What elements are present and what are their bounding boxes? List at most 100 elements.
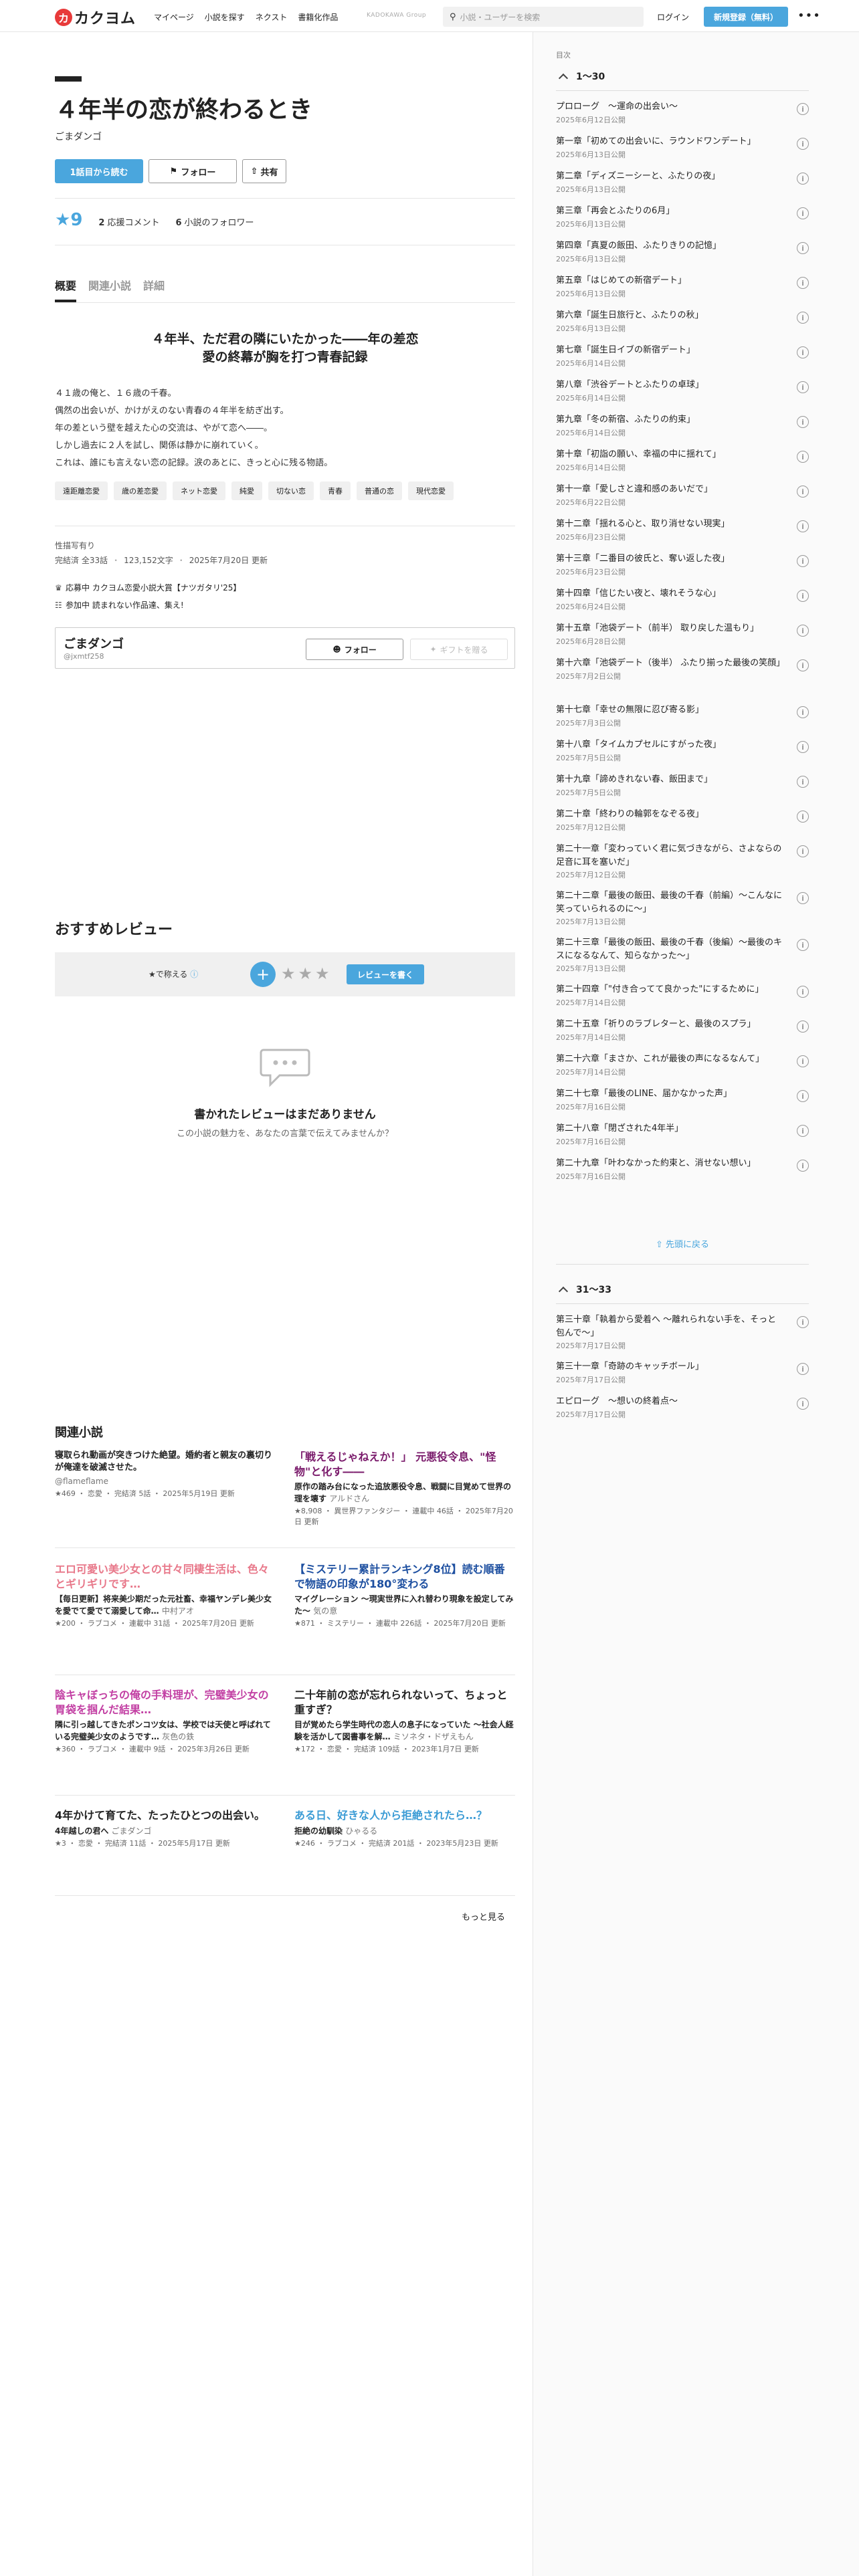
info-icon[interactable]: i [797,1316,809,1328]
episode-title[interactable]: 第十一章「愛しさと違和感のあいだで」 [556,483,809,496]
episode-item[interactable]: 第二十八章「閉ざされた4年半」 2025年7月16日公開 i [556,1122,809,1147]
episode-title[interactable]: 第三十章「執着から愛着へ ～離れられない手を、そっと包んで～」 [556,1313,809,1339]
help-icon[interactable]: ⓘ [190,970,198,979]
episode-title[interactable]: 第十三章「二番目の彼氏と、奪い返した夜」 [556,552,809,566]
author-name[interactable]: ごまダンゴ [64,635,124,652]
info-icon[interactable]: i [797,706,809,718]
tab-related[interactable]: 関連小説 [88,277,131,302]
tag[interactable]: ネット恋愛 [173,481,225,500]
episode-title[interactable]: 第四章「真夏の飯田、ふたりきりの記憶」 [556,239,809,253]
write-review-button[interactable]: レビューを書く [347,964,424,984]
info-icon[interactable]: i [797,776,809,788]
nav-next[interactable]: ネクスト [256,11,288,23]
related-item[interactable]: 4年かけて育てた、たったひとつの出会い。 4年越しの君へ ごまダンゴ ★3 ・ … [55,1808,276,1849]
work-title[interactable]: ４年半の恋が終わるとき [55,91,312,125]
toc-group-1-30[interactable]: 1〜30 [556,62,809,91]
info-icon[interactable]: i [797,381,809,393]
episode-title[interactable]: 第七章「誕生日イブの新宿デート」 [556,344,809,357]
more-menu-icon[interactable]: ••• [797,9,821,23]
info-icon[interactable]: i [797,486,809,498]
episode-title[interactable]: 第二十五章「祈りのラブレターと、最後のスプラ」 [556,1018,809,1031]
follow-work-button[interactable]: ⚑ フォロー [149,159,237,183]
episode-title[interactable]: 第二十四章「"付き合ってて良かった"にするために」 [556,983,809,996]
related-more-link[interactable]: もっと見る [462,1910,505,1923]
episode-item[interactable]: 第十五章「池袋デート（前半） 取り戻した温もり」 2025年6月28日公開 i [556,622,809,647]
info-icon[interactable]: i [797,520,809,532]
tag[interactable]: 青春 [320,481,351,500]
episode-item[interactable]: 第三章「再会とふたりの6月」 2025年6月13日公開 i [556,205,809,229]
episode-item[interactable]: 第十七章「幸せの無限に忍び寄る影」 2025年7月3日公開 i [556,704,809,728]
gift-button[interactable]: ✦ ギフトを贈る [410,639,508,660]
star-count[interactable]: ★9 [55,210,82,230]
episode-item[interactable]: 第二十七章「最後のLINE、届かなかった声」 2025年7月16日公開 i [556,1087,809,1112]
episode-item[interactable]: 第六章「誕生日旅行と、ふたりの秋」 2025年6月13日公開 i [556,309,809,334]
episode-title[interactable]: 第十章「初詣の願い、幸福の中に揺れて」 [556,448,809,461]
episode-item[interactable]: 第十四章「信じたい夜と、壊れそうな心」 2025年6月24日公開 i [556,587,809,612]
episode-item[interactable]: 第二十二章「最後の飯田、最後の千春（前編）～こんなに笑っていられるのに～」 202… [556,889,809,927]
episode-title[interactable]: 第十四章「信じたい夜と、壊れそうな心」 [556,587,809,601]
episode-title[interactable]: エピローグ ～想いの終着点～ [556,1395,809,1408]
info-icon[interactable]: i [797,625,809,637]
info-icon[interactable]: i [797,590,809,602]
follow-author-button[interactable]: ☻ フォロー [306,639,403,660]
episode-item[interactable]: 第三十一章「奇跡のキャッチボール」 2025年7月17日公開 i [556,1360,809,1385]
toc-group-31-33[interactable]: 31〜33 [556,1275,809,1304]
episode-item[interactable]: 第四章「真夏の飯田、ふたりきりの記憶」 2025年6月13日公開 i [556,239,809,264]
episode-title[interactable]: 第二十六章「まさか、これが最後の声になるなんて」 [556,1053,809,1066]
related-title[interactable]: 4年かけて育てた、たったひとつの出会い。 [55,1808,276,1823]
tag[interactable]: 歳の差恋愛 [114,481,167,500]
episode-item[interactable]: 第三十章「執着から愛着へ ～離れられない手を、そっと包んで～」 2025年7月17… [556,1313,809,1351]
episode-item[interactable]: 第十六章「池袋デート（後半） ふたり揃った最後の笑顔」 2025年7月2日公開 i [556,657,809,681]
info-icon[interactable]: i [797,1363,809,1375]
episode-title[interactable]: 第二十九章「叶わなかった約束と、消せない想い」 [556,1157,809,1170]
related-title[interactable]: エロ可愛い美少女との甘々同棲生活は、色々とギリギリです… [55,1562,276,1591]
episode-item[interactable]: 第七章「誕生日イブの新宿デート」 2025年6月14日公開 i [556,344,809,368]
episode-item[interactable]: 第十一章「愛しさと違和感のあいだで」 2025年6月22日公開 i [556,483,809,508]
info-icon[interactable]: i [797,811,809,823]
episode-title[interactable]: 第十二章「揺れる心と、取り消せない現実」 [556,518,809,531]
related-item[interactable]: 二十年前の恋が忘れられないって、ちょっと重すぎ？ 目が覚めたら学生時代の恋人の息… [294,1688,515,1755]
episode-title[interactable]: 第二十八章「閉ざされた4年半」 [556,1122,809,1136]
episode-item[interactable]: 第二十九章「叶わなかった約束と、消せない想い」 2025年7月16日公開 i [556,1157,809,1182]
episode-title[interactable]: 第十八章「タイムカプセルにすがった夜」 [556,738,809,752]
search-input[interactable]: ⚲ 小説・ユーザーを検索 [443,7,644,27]
info-icon[interactable]: i [797,416,809,428]
episode-item[interactable]: 第十三章「二番目の彼氏と、奪い返した夜」 2025年6月23日公開 i [556,552,809,577]
info-icon[interactable]: i [797,242,809,254]
related-item[interactable]: 【ミステリー累計ランキング8位】読む順番で物語の印象が180°変わる マイグレー… [294,1562,515,1629]
episode-item[interactable]: 第二十章「終わりの輪郭をなぞる夜」 2025年7月12日公開 i [556,808,809,833]
signup-button[interactable]: 新規登録（無料） [704,7,788,27]
episode-title[interactable]: 第六章「誕生日旅行と、ふたりの秋」 [556,309,809,322]
info-icon[interactable]: i [797,1021,809,1033]
related-item[interactable]: 陰キャぼっちの俺の手料理が、完璧美少女の胃袋を掴んだ結果… 隣に引っ越してきたポ… [55,1688,276,1755]
related-title[interactable]: 陰キャぼっちの俺の手料理が、完璧美少女の胃袋を掴んだ結果… [55,1688,276,1717]
share-button[interactable]: ⇧ 共有 [242,159,286,183]
episode-title[interactable]: 第十六章「池袋デート（後半） ふたり揃った最後の笑顔」 [556,657,809,670]
episode-title[interactable]: 第二十二章「最後の飯田、最後の千春（前編）～こんなに笑っていられるのに～」 [556,889,809,916]
related-item[interactable]: ある日、好きな人から拒絶されたら…？ 拒絶の幼馴染 ひゃるる ★246 ・ ラブ… [294,1808,515,1849]
episode-item[interactable]: 第九章「冬の新宿、ふたりの約束」 2025年6月14日公開 i [556,413,809,438]
related-author[interactable]: アルドさん [329,1494,369,1503]
episode-title[interactable]: 第二十一章「変わっていく君に気づきながら、さよならの足音に耳を塞いだ」 [556,843,809,869]
episode-title[interactable]: 第一章「初めての出会いに、ラウンドワンデート」 [556,135,809,148]
nav-mypage[interactable]: マイページ [154,11,194,23]
tag[interactable]: 切ない恋 [268,481,314,500]
related-title[interactable]: 【ミステリー累計ランキング8位】読む順番で物語の印象が180°変わる [294,1562,515,1591]
info-icon[interactable]: i [797,451,809,463]
related-author[interactable]: 灰色の鉄 [162,1732,194,1741]
info-icon[interactable]: i [797,1055,809,1067]
info-icon[interactable]: i [797,741,809,753]
related-author[interactable]: @flameflame [55,1477,108,1486]
episode-item[interactable]: 第五章「はじめての新宿デート」 2025年6月13日公開 i [556,274,809,299]
episode-title[interactable]: 第十五章「池袋デート（前半） 取り戻した温もり」 [556,622,809,635]
episode-title[interactable]: 第八章「渋谷デートとふたりの卓球」 [556,379,809,392]
info-icon[interactable]: i [797,1398,809,1410]
tab-details[interactable]: 詳細 [143,277,165,302]
tag[interactable]: 現代恋愛 [408,481,454,500]
episode-item[interactable]: 第二十一章「変わっていく君に気づきながら、さよならの足音に耳を塞いだ」 2025年… [556,843,809,880]
info-icon[interactable]: i [797,986,809,998]
event-item[interactable]: ☷ 参加中 読まれない作品達、集え! [55,597,241,614]
related-item[interactable]: 「戦えるじゃねえか！」 元悪役令息、"怪物"と化す―― 原作の踏み台になった追放… [294,1450,515,1528]
related-author[interactable]: ひゃるる [345,1826,377,1836]
nav-books[interactable]: 書籍化作品 [298,11,338,23]
